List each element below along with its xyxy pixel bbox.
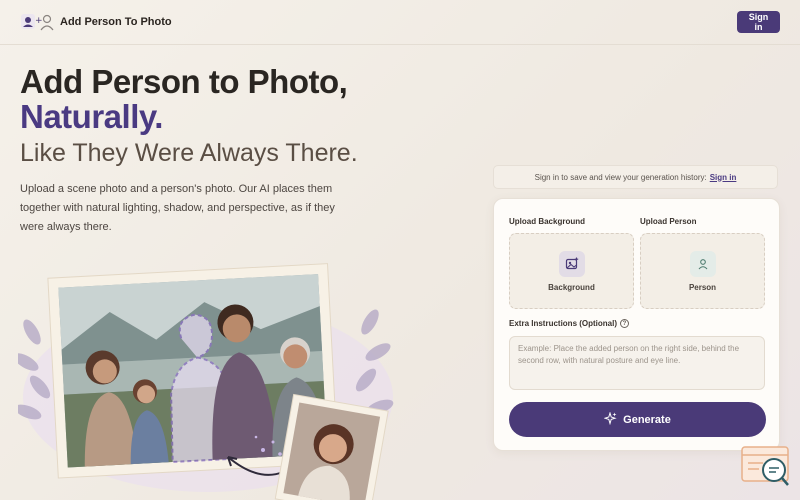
hero-title-line2: Naturally. (20, 98, 163, 135)
history-notice: Sign in to save and view your generation… (493, 165, 778, 189)
person-icon (689, 250, 716, 277)
support-chat-icon[interactable] (741, 446, 791, 488)
hero-illustration (13, 262, 398, 500)
help-icon[interactable]: ? (620, 319, 630, 328)
hero-subtitle: Like They Were Always There. (20, 139, 358, 167)
history-sign-in-link[interactable]: Sign in (710, 173, 737, 182)
sparkle-icon (603, 410, 617, 428)
background-tile-label: Background (548, 282, 595, 292)
image-icon (558, 250, 585, 277)
sign-in-button[interactable]: Sign in (737, 11, 780, 33)
person-tile-label: Person (688, 282, 717, 292)
brand[interactable]: + Add Person To Photo (20, 11, 172, 33)
app-title: Add Person To Photo (60, 16, 172, 28)
instructions-textarea[interactable]: Example: Place the added person on the r… (509, 336, 765, 390)
generator-card: Upload Background Upload Person Backgrou… (493, 198, 780, 451)
instructions-label-row: Extra Instructions (Optional) ? (509, 319, 630, 328)
generate-button[interactable]: Generate (509, 402, 766, 437)
upload-person-label: Upload Person (640, 217, 697, 226)
upload-background-dropzone[interactable]: Background (509, 233, 634, 309)
generate-label: Generate (623, 413, 671, 426)
history-text: Sign in to save and view your generation… (534, 172, 707, 182)
add-person-logo-icon: + (20, 11, 54, 33)
hero-description: Upload a scene photo and a person's phot… (20, 183, 335, 233)
svg-text:+: + (35, 16, 43, 26)
hero-title-line1: Add Person to Photo, (20, 63, 348, 100)
upload-background-label: Upload Background (509, 217, 586, 226)
instructions-label: Extra Instructions (Optional) (509, 319, 618, 328)
instructions-placeholder: Example: Place the added person on the r… (518, 344, 740, 365)
top-bar: + Add Person To Photo Sign in (0, 0, 800, 45)
upload-person-dropzone[interactable]: Person (640, 233, 765, 309)
